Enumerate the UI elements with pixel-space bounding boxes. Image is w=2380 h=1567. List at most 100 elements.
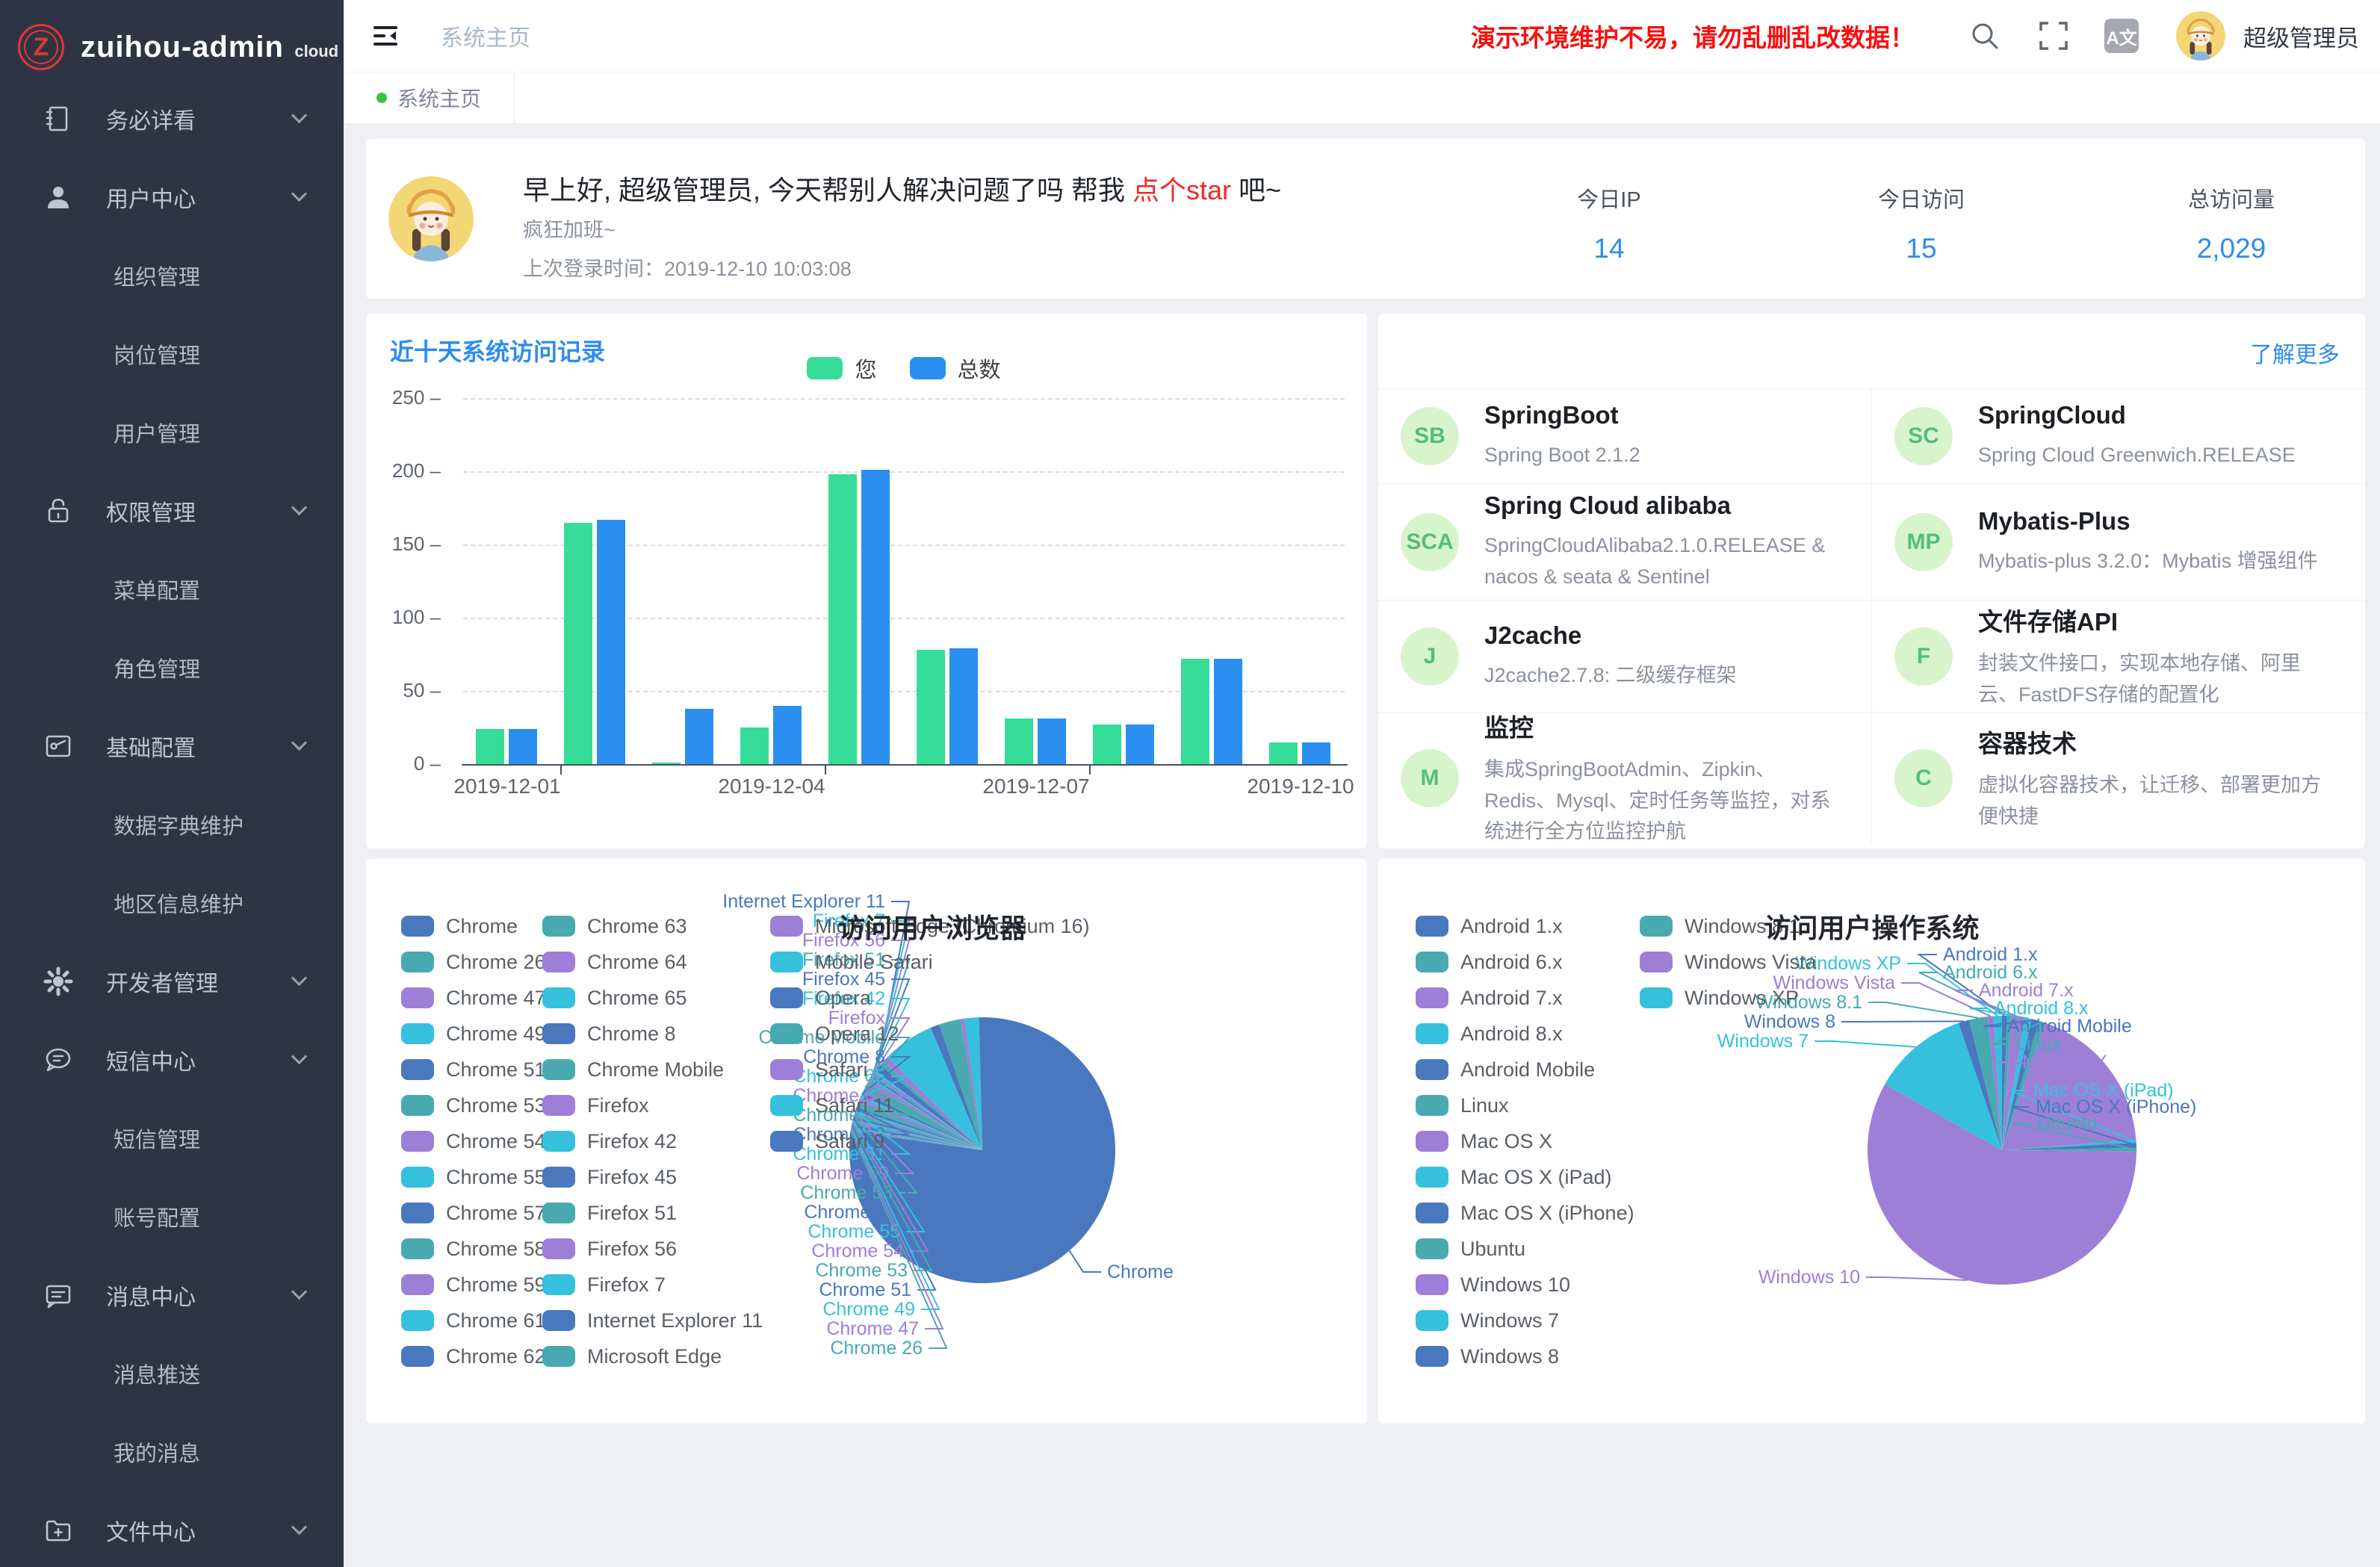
language-icon[interactable]: A文 [2104,19,2139,53]
sidebar-item-权限管理[interactable]: 权限管理 [0,471,344,550]
bar-2019-12-03-总数[interactable] [685,709,713,764]
sidebar-item-文件中心[interactable]: 文件中心 [0,1491,344,1567]
feature-card-Spring Cloud alibaba[interactable]: SCA Spring Cloud alibaba SpringCloudAlib… [1378,483,1871,600]
pie-legend-Chrome 61[interactable]: Chrome 61 [401,1303,542,1338]
avatar[interactable] [2176,11,2225,60]
pie-legend-Chrome 65[interactable]: Chrome 65 [542,980,770,1016]
sidebar-item-用户中心[interactable]: 用户中心 [0,158,344,236]
bar-2019-12-04-总数[interactable] [773,706,802,764]
pie-legend-Chrome 49[interactable]: Chrome 49 [401,1016,542,1052]
pie-legend-Microsoft Edge (Chromium 16)[interactable]: Microsoft Edge (Chromium 16) [770,908,1090,944]
bar-legend-总数[interactable]: 总数 [910,353,1001,384]
sidebar-item-菜单配置[interactable]: 菜单配置 [0,550,344,628]
pie-legend-Chrome Mobile[interactable]: Chrome Mobile [542,1052,770,1087]
bar-2019-12-01-总数[interactable] [509,729,537,764]
bar-2019-12-08-总数[interactable] [1126,724,1154,764]
sidebar-item-岗位管理[interactable]: 岗位管理 [0,314,344,393]
learn-more-link[interactable]: 了解更多 [2250,336,2340,369]
pie-legend-Chrome 54[interactable]: Chrome 54 [401,1123,542,1159]
pie-legend-Chrome 53[interactable]: Chrome 53 [401,1087,542,1123]
sidebar-item-基础配置[interactable]: 基础配置 [0,707,344,785]
pie-legend-Safari 11[interactable]: Safari 11 [770,1087,1090,1123]
pie-legend-Chrome 47[interactable]: Chrome 47 [401,980,542,1016]
bar-2019-12-02-总数[interactable] [597,520,625,764]
feature-card-J2cache[interactable]: J J2cache J2cache2.7.8: 二级缓存框架 [1378,600,1871,712]
bar-2019-12-01-您[interactable] [476,729,504,764]
bar-2019-12-10-您[interactable] [1269,742,1298,764]
pie-legend-Firefox 42[interactable]: Firefox 42 [542,1123,770,1159]
pie-legend-Mac OS X[interactable]: Mac OS X [1416,1123,1640,1159]
fullscreen-icon[interactable] [2036,18,2071,54]
sidebar-item-角色管理[interactable]: 角色管理 [0,628,344,707]
sidebar-item-账号配置[interactable]: 账号配置 [0,1177,344,1256]
pie-legend-Chrome 62[interactable]: Chrome 62 [401,1338,542,1374]
bar-2019-12-05-您[interactable] [828,474,857,764]
sidebar-item-短信中心[interactable]: 短信中心 [0,1020,344,1099]
current-user-name[interactable]: 超级管理员 [2243,19,2359,53]
sidebar-item-用户管理[interactable]: 用户管理 [0,393,344,471]
bar-2019-12-09-总数[interactable] [1214,659,1242,764]
breadcrumb[interactable]: 系统主页 [441,19,530,52]
pie-legend-Chrome 57[interactable]: Chrome 57 [401,1195,542,1231]
pie-legend-Windows 8.1[interactable]: Windows 8.1 [1640,908,1817,944]
pie-legend-Firefox 56[interactable]: Firefox 56 [542,1231,770,1267]
pie-legend-Windows XP[interactable]: Windows XP [1640,980,1817,1016]
bar-2019-12-03-您[interactable] [652,763,681,764]
sidebar-item-组织管理[interactable]: 组织管理 [0,236,344,314]
tab-home[interactable]: 系统主页 [344,72,515,123]
sidebar-item-消息推送[interactable]: 消息推送 [0,1334,344,1412]
pie-legend-Safari[interactable]: Safari [770,1052,1090,1087]
pie-legend-Chrome 55[interactable]: Chrome 55 [401,1159,542,1195]
pie-legend-Ubuntu[interactable]: Ubuntu [1416,1231,1640,1267]
pie-legend-Mac OS X (iPhone)[interactable]: Mac OS X (iPhone) [1416,1195,1640,1231]
sidebar-item-地区信息维护[interactable]: 地区信息维护 [0,863,344,942]
pie-legend-Chrome 64[interactable]: Chrome 64 [542,944,770,980]
sidebar-item-短信管理[interactable]: 短信管理 [0,1099,344,1177]
pie-legend-Android Mobile[interactable]: Android Mobile [1416,1052,1640,1087]
sidebar-item-数据字典维护[interactable]: 数据字典维护 [0,785,344,863]
pie-legend-Microsoft Edge[interactable]: Microsoft Edge [542,1338,770,1374]
pie-legend-Windows 8[interactable]: Windows 8 [1416,1338,1640,1374]
pie-legend-Mac OS X (iPad)[interactable]: Mac OS X (iPad) [1416,1159,1640,1195]
pie-legend-Chrome 58[interactable]: Chrome 58 [401,1231,542,1267]
sidebar-item-我的消息[interactable]: 我的消息 [0,1412,344,1491]
bar-2019-12-10-总数[interactable] [1302,742,1330,764]
star-link[interactable]: 点个star [1132,175,1231,205]
feature-card-容器技术[interactable]: C 容器技术 虚拟化容器技术，让迁移、部署更加方便快捷 [1871,712,2365,843]
bar-legend-您[interactable]: 您 [807,353,876,384]
pie-legend-Firefox[interactable]: Firefox [542,1087,770,1123]
menu-collapse-icon[interactable] [371,21,400,51]
pie-legend-Firefox 7[interactable]: Firefox 7 [542,1267,770,1303]
pie-legend-Chrome 26[interactable]: Chrome 26 [401,944,542,980]
pie-legend-Android 7.x[interactable]: Android 7.x [1416,980,1640,1016]
pie-legend-Chrome 8[interactable]: Chrome 8 [542,1016,770,1052]
feature-card-监控[interactable]: M 监控 集成SpringBootAdmin、Zipkin、Redis、Mysq… [1378,712,1871,843]
pie-legend-Chrome 51[interactable]: Chrome 51 [401,1052,542,1087]
bar-2019-12-04-您[interactable] [740,727,769,764]
bar-2019-12-05-总数[interactable] [861,470,890,764]
pie-legend-Firefox 51[interactable]: Firefox 51 [542,1195,770,1231]
pie-legend-Internet Explorer 11[interactable]: Internet Explorer 11 [542,1303,770,1338]
app-logo[interactable]: Z zuihou-admin cloud [0,0,344,78]
pie-legend-Mobile Safari[interactable]: Mobile Safari [770,944,1090,980]
feature-card-文件存储API[interactable]: F 文件存储API 封装文件接口，实现本地存储、阿里云、FastDFS存储的配置… [1871,600,2365,712]
bar-2019-12-06-您[interactable] [917,650,945,764]
pie-legend-Linux[interactable]: Linux [1416,1087,1640,1123]
pie-legend-Windows 10[interactable]: Windows 10 [1416,1267,1640,1303]
pie-legend-Chrome 59[interactable]: Chrome 59 [401,1267,542,1303]
sidebar-item-务必详看[interactable]: 务必详看 [0,79,344,158]
bar-2019-12-08-您[interactable] [1093,724,1121,764]
search-icon[interactable] [1967,18,2003,54]
pie-legend-Safari 9[interactable]: Safari 9 [770,1123,1090,1159]
feature-card-Mybatis-Plus[interactable]: MP Mybatis-Plus Mybatis-plus 3.2.0：Mybat… [1871,483,2365,600]
feature-card-SpringCloud[interactable]: SC SpringCloud Spring Cloud Greenwich.RE… [1871,388,2365,483]
bar-2019-12-07-您[interactable] [1005,719,1033,764]
pie-legend-Chrome 63[interactable]: Chrome 63 [542,908,770,944]
pie-legend-Opera[interactable]: Opera [770,980,1090,1016]
pie-legend-Opera 12[interactable]: Opera 12 [770,1016,1090,1052]
sidebar-item-消息中心[interactable]: 消息中心 [0,1256,344,1334]
pie-legend-Firefox 45[interactable]: Firefox 45 [542,1159,770,1195]
bar-2019-12-02-您[interactable] [564,523,592,764]
feature-card-SpringBoot[interactable]: SB SpringBoot Spring Boot 2.1.2 [1378,388,1871,483]
pie-legend-Android 6.x[interactable]: Android 6.x [1416,944,1640,980]
